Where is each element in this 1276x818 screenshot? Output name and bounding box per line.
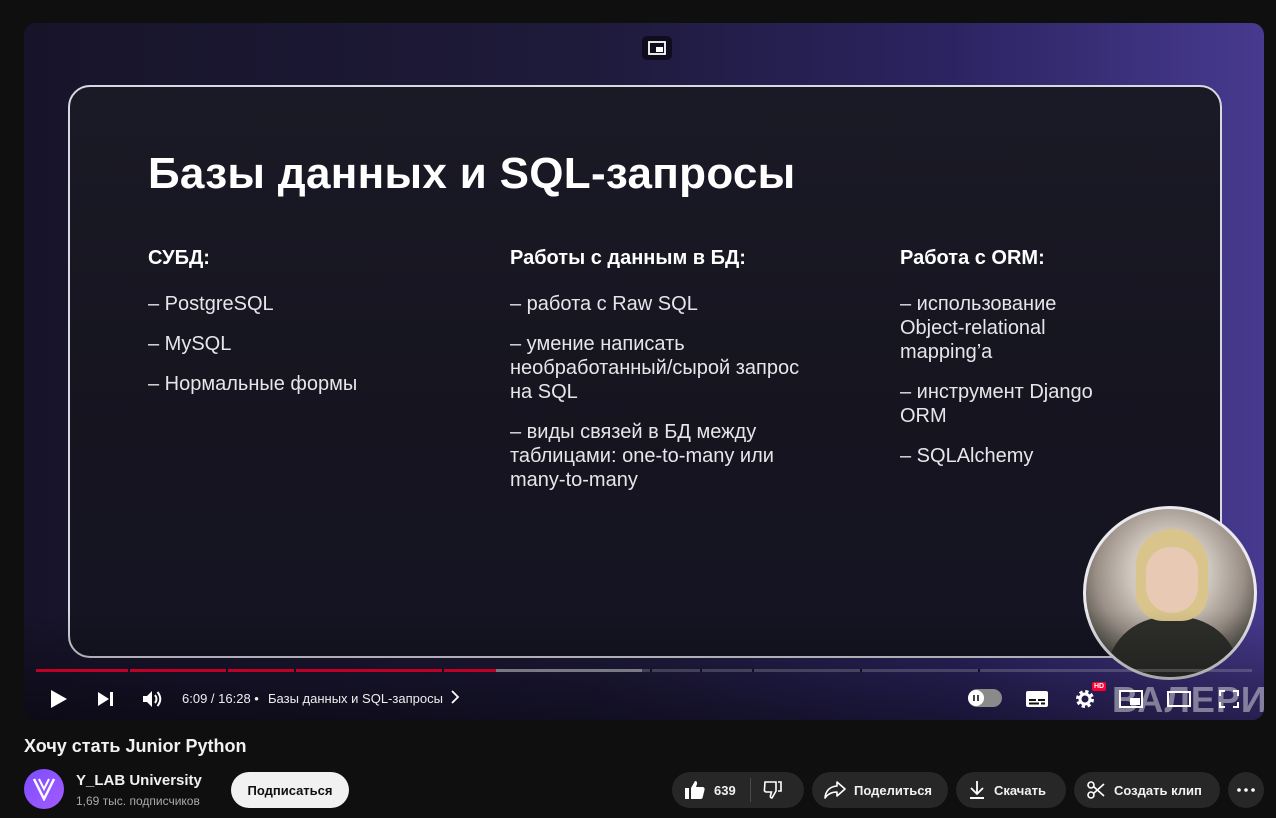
next-icon[interactable]: [94, 684, 118, 714]
column-heading: Работы с данным в БД:: [510, 247, 746, 269]
fullscreen-icon[interactable]: [1216, 684, 1242, 714]
subscribe-button[interactable]: Подписаться: [231, 772, 349, 808]
miniplayer-icon[interactable]: [1118, 684, 1144, 714]
hd-badge: HD: [1092, 682, 1107, 691]
video-player[interactable]: Базы данных и SQL-запросы СУБД: – Postgr…: [24, 23, 1264, 720]
slide-column-data-work: Работы с данным в БД: – работа с Raw SQL…: [510, 247, 810, 508]
channel-name[interactable]: Y_LAB University: [76, 772, 202, 789]
subtitles-icon[interactable]: [1024, 684, 1050, 714]
time-separator: •: [254, 691, 259, 706]
progress-played: [36, 669, 496, 672]
column-heading: СУБД:: [148, 247, 210, 269]
presenter-webcam: [1083, 506, 1257, 680]
progress-bar[interactable]: [36, 669, 1252, 672]
share-icon: [824, 781, 846, 799]
presentation-slide: Базы данных и SQL-запросы СУБД: – Postgr…: [68, 85, 1222, 658]
more-actions-button[interactable]: [1228, 772, 1264, 808]
autoplay-toggle[interactable]: [968, 689, 1002, 707]
thumbs-down-icon: [763, 781, 782, 799]
time-display: 6:09 / 16:28 •: [182, 691, 259, 706]
column-item: – использование Object-relational mappin…: [900, 293, 1057, 363]
pause-icon: [968, 690, 984, 706]
column-item: – работа с Raw SQL: [510, 293, 698, 315]
channel-avatar[interactable]: [24, 769, 64, 809]
column-heading: Работа с ORM:: [900, 247, 1045, 269]
column-item: – MySQL: [148, 333, 232, 355]
time-label: 6:09 / 16:28: [182, 691, 251, 706]
like-dislike-group: 639: [672, 772, 804, 808]
dislike-button[interactable]: [751, 772, 795, 808]
scissors-icon: [1087, 781, 1105, 799]
thumbs-up-icon: [685, 781, 705, 799]
column-item: – виды связей в БД между таблицами: one-…: [510, 421, 774, 491]
download-label: Скачать: [994, 782, 1046, 798]
chapter-title[interactable]: Базы данных и SQL-запросы: [268, 691, 443, 706]
slide-column-dbms: СУБД: – PostgreSQL – MySQL – Нормальные …: [148, 247, 478, 412]
column-item: – SQLAlchemy: [900, 445, 1034, 467]
theater-icon[interactable]: [1166, 684, 1192, 714]
column-item: – инструмент Django ORM: [900, 381, 1093, 427]
more-horizontal-icon: [1237, 788, 1255, 792]
download-icon: [970, 781, 984, 799]
subscriber-count: 1,69 тыс. подписчиков: [76, 794, 200, 808]
column-item: – Нормальные формы: [148, 373, 358, 395]
volume-icon[interactable]: [140, 684, 166, 714]
share-label: Поделиться: [854, 782, 933, 798]
slide-column-orm: Работа с ORM: – использование Object-rel…: [900, 247, 1110, 484]
play-icon[interactable]: [46, 684, 72, 714]
share-button[interactable]: Поделиться: [812, 772, 948, 808]
video-title: Хочу стать Junior Python: [24, 736, 247, 756]
player-controls: 6:09 / 16:28 • Базы данных и SQL-запросы…: [24, 678, 1264, 720]
chevron-right-icon[interactable]: [450, 688, 460, 711]
download-button[interactable]: Скачать: [956, 772, 1066, 808]
like-count: 639: [714, 782, 736, 798]
like-button[interactable]: 639: [672, 772, 736, 808]
clip-label: Создать клип: [1114, 782, 1202, 798]
create-clip-button[interactable]: Создать клип: [1074, 772, 1220, 808]
column-item: – умение написать необработанный/сырой з…: [510, 333, 800, 403]
column-item: – PostgreSQL: [148, 293, 274, 315]
slide-title: Базы данных и SQL-запросы: [148, 149, 796, 198]
miniplayer-icon[interactable]: [642, 36, 672, 60]
